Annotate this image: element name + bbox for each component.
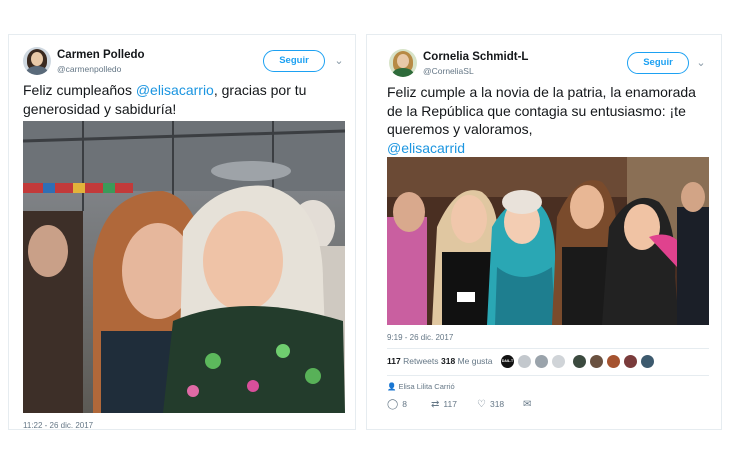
liker-avatar[interactable]: [641, 355, 654, 368]
tweet-timestamp[interactable]: 11:22 - 26 dic. 2017: [23, 421, 93, 429]
reply-icon: ◯: [387, 399, 399, 410]
photo-two-women-image: [23, 121, 345, 413]
chevron-down-icon[interactable]: ⌄: [695, 57, 707, 69]
author-avatar[interactable]: [23, 47, 51, 75]
tweet-text: Feliz cumpleaños @elisacarrio, gracias p…: [23, 81, 349, 118]
like-count: 318: [489, 399, 505, 409]
liker-avatar[interactable]: [552, 355, 565, 368]
liker-avatar[interactable]: [590, 355, 603, 368]
liker-avatar[interactable]: [535, 355, 548, 368]
mention-link[interactable]: @elisacarrio: [136, 82, 214, 98]
tweet-card-left: Carmen Polledo @carmenpolledo Seguir ⌄ F…: [8, 34, 356, 430]
retweeted-by[interactable]: 👤 Elisa Lilita Carrió: [387, 382, 455, 391]
author-handle[interactable]: @CorneliaSL: [423, 66, 474, 76]
heart-icon: ♡: [477, 399, 486, 410]
follow-button[interactable]: Seguir: [627, 52, 689, 74]
photo-group-of-women-image: [387, 157, 709, 325]
tweet-photo[interactable]: [387, 157, 709, 325]
author-avatar[interactable]: [389, 49, 417, 77]
retweet-icon: ⇄: [431, 399, 440, 410]
message-action[interactable]: ✉: [523, 399, 535, 410]
liker-avatar[interactable]: DAIL.T: [501, 355, 514, 368]
tweet-timestamp[interactable]: 9:19 - 26 dic. 2017: [387, 333, 453, 342]
tweet-text-part: Feliz cumple a la novia de la patria, la…: [387, 84, 696, 137]
author-handle[interactable]: @carmenpolledo: [57, 64, 121, 74]
divider: [387, 375, 709, 376]
retweet-action[interactable]: ⇄ 117: [431, 399, 457, 410]
tweet-text: Feliz cumple a la novia de la patria, la…: [387, 83, 713, 157]
retweets-count: 117: [387, 356, 401, 366]
reply-count: 8: [402, 399, 407, 409]
likes-label: Me gusta: [457, 356, 493, 366]
likes-count: 318: [441, 356, 456, 366]
likes-stat[interactable]: 318 Me gusta: [441, 356, 493, 366]
divider: [387, 348, 709, 349]
mention-link[interactable]: @elisacarrid: [387, 140, 465, 156]
tweet-text-part: Feliz cumpleaños: [23, 82, 136, 98]
tweet-card-right: Cornelia Schmidt-L @CorneliaSL Seguir ⌄ …: [366, 34, 722, 430]
chevron-down-icon[interactable]: ⌄: [333, 55, 345, 67]
author-name[interactable]: Carmen Polledo: [57, 49, 145, 61]
envelope-icon: ✉: [523, 399, 532, 410]
tweet-photo[interactable]: [23, 121, 345, 413]
person-icon: 👤: [387, 382, 397, 391]
retweeted-by-name: Elisa Lilita Carrió: [398, 382, 455, 391]
retweets-label: Retweets: [403, 356, 439, 366]
author-name[interactable]: Cornelia Schmidt-L: [423, 51, 528, 63]
retweets-stat[interactable]: 117 Retweets: [387, 356, 439, 366]
retweet-count: 117: [443, 399, 457, 409]
liker-avatar[interactable]: [573, 355, 586, 368]
liker-avatar[interactable]: [518, 355, 531, 368]
liker-avatar[interactable]: [624, 355, 637, 368]
reply-action[interactable]: ◯ 8: [387, 399, 407, 410]
follow-button[interactable]: Seguir: [263, 50, 325, 72]
liker-avatar[interactable]: [607, 355, 620, 368]
like-action[interactable]: ♡ 318: [477, 399, 504, 410]
liker-badge-label: DAIL.T: [501, 359, 514, 363]
